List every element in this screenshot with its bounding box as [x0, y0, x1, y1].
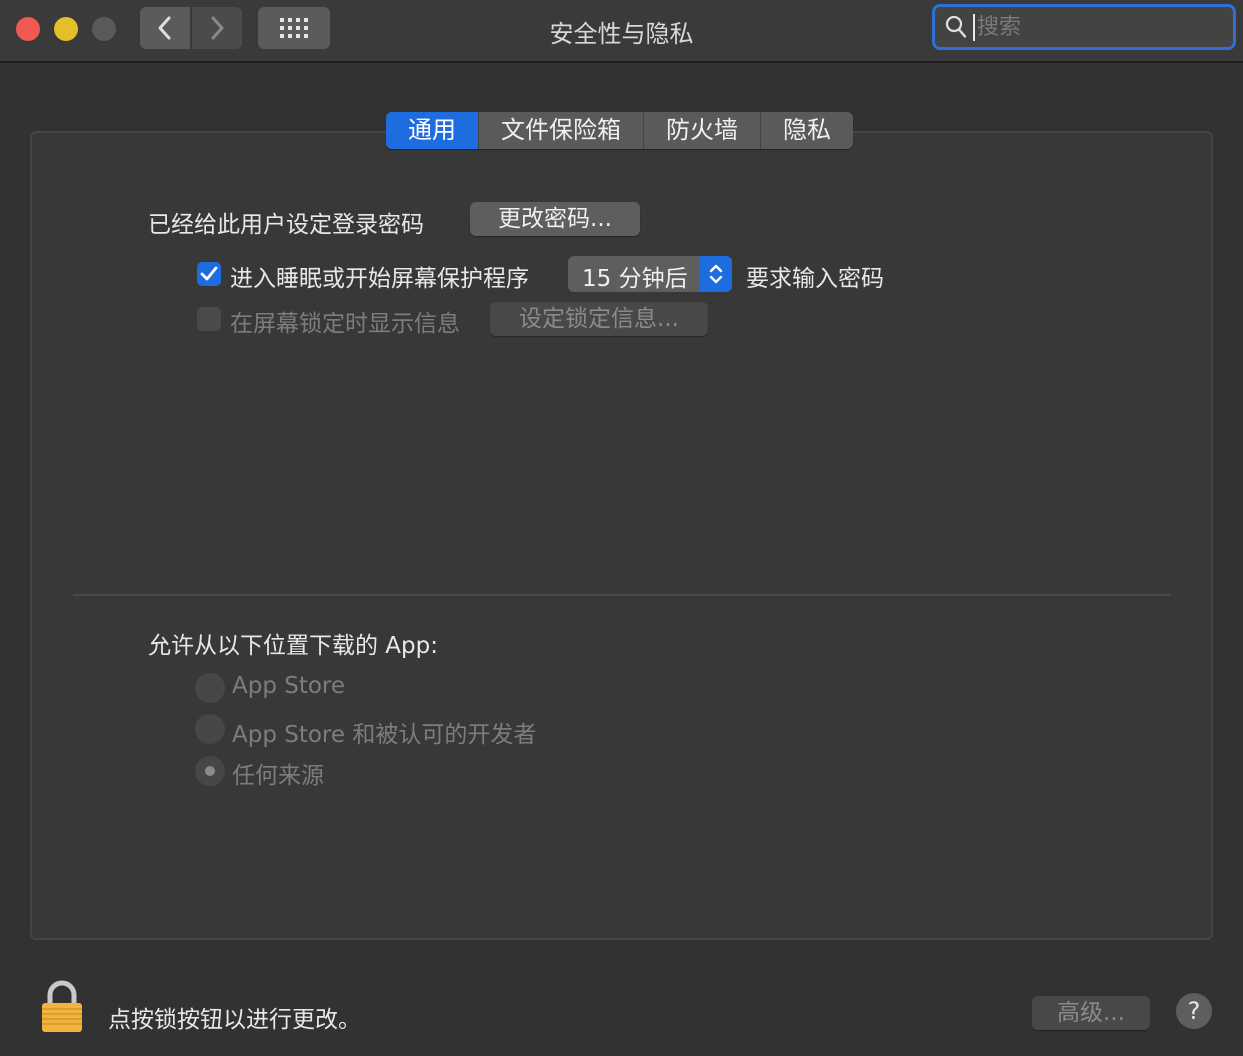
lock-instruction-text: 点按锁按钮以进行更改。: [108, 1007, 361, 1033]
require-password-checkbox[interactable]: [197, 262, 221, 286]
checkmark-icon: [200, 266, 218, 281]
radio-anywhere-label: 任何来源: [232, 763, 324, 789]
set-lock-message-button[interactable]: 设定锁定信息...: [490, 302, 708, 336]
content-panel: [30, 131, 1213, 940]
password-delay-value: 15 分钟后: [582, 266, 688, 292]
lock-message-label: 在屏幕锁定时显示信息: [230, 311, 460, 337]
search-icon: [945, 15, 967, 38]
up-down-chevron-icon: [709, 264, 723, 284]
lock-button[interactable]: [40, 980, 84, 1038]
lock-message-checkbox[interactable]: [197, 307, 221, 331]
tab-filevault[interactable]: 文件保险箱: [479, 112, 644, 149]
require-password-label: 进入睡眠或开始屏幕保护程序: [230, 266, 529, 292]
popup-arrows: [700, 256, 732, 292]
search-input[interactable]: [973, 13, 1219, 41]
downloads-heading: 允许从以下位置下载的 App:: [148, 633, 438, 659]
advanced-button[interactable]: 高级...: [1032, 996, 1150, 1030]
radio-app-store-identified[interactable]: [195, 714, 225, 744]
section-divider: [73, 594, 1171, 596]
tab-bar: 通用 文件保险箱 防火墙 隐私: [386, 112, 853, 149]
tab-general[interactable]: 通用: [386, 112, 479, 149]
tab-privacy[interactable]: 隐私: [761, 112, 853, 149]
password-set-label: 已经给此用户设定登录密码: [148, 212, 424, 238]
search-field[interactable]: [932, 4, 1236, 50]
radio-anywhere[interactable]: [195, 756, 225, 786]
tab-firewall[interactable]: 防火墙: [644, 112, 761, 149]
help-button[interactable]: ?: [1176, 993, 1212, 1029]
radio-selected-dot: [205, 766, 215, 776]
lock-icon: [42, 980, 82, 1032]
title-bar: 安全性与隐私: [0, 0, 1243, 63]
radio-app-store-identified-label: App Store 和被认可的开发者: [232, 722, 537, 748]
radio-app-store[interactable]: [195, 673, 225, 703]
change-password-button[interactable]: 更改密码...: [470, 202, 640, 236]
require-password-suffix: 要求输入密码: [746, 266, 884, 292]
password-delay-popup[interactable]: 15 分钟后: [568, 256, 732, 292]
radio-app-store-label: App Store: [232, 673, 346, 699]
